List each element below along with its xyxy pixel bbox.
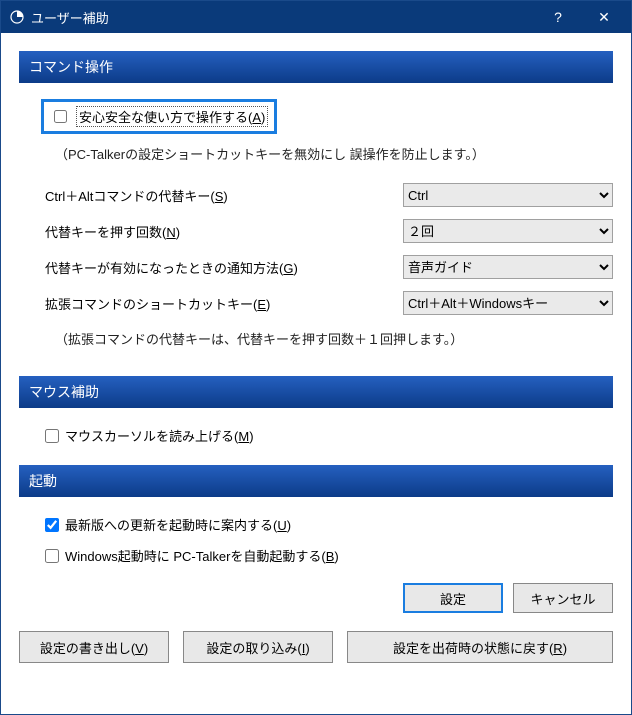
cancel-button[interactable]: キャンセル [513,583,613,613]
autostart-row: Windows起動時に PC-Talkerを自動起動する(B) [19,540,613,571]
safe-mode-label[interactable]: 安心安全な使い方で操作する(A) [76,106,268,127]
autostart-checkbox[interactable] [45,549,59,563]
titlebar-title: ユーザー補助 [31,8,535,27]
read-cursor-checkbox[interactable] [45,429,59,443]
export-button[interactable]: 設定の書き出し(V) [19,631,169,663]
close-button[interactable]: ✕ [581,1,627,33]
row-notify: 代替キーが有効になったときの通知方法(G) 音声ガイド [19,249,613,285]
footer-buttons: 設定の書き出し(V) 設定の取り込み(I) 設定を出荷時の状態に戻す(R) [19,621,613,663]
update-guide-label[interactable]: 最新版への更新を起動時に案内する(U) [65,515,291,534]
import-button[interactable]: 設定の取り込み(I) [183,631,333,663]
notify-label: 代替キーが有効になったときの通知方法(G) [45,258,403,277]
autostart-label[interactable]: Windows起動時に PC-Talkerを自動起動する(B) [65,546,339,565]
row-alt-key: Ctrl＋Altコマンドの代替キー(S) Ctrl [19,177,613,213]
section-command-header: コマンド操作 [19,51,613,83]
dialog-window: ユーザー補助 ? ✕ コマンド操作 安心安全な使い方で操作する(A) （PC-T… [0,0,632,715]
notify-select[interactable]: 音声ガイド [403,255,613,279]
help-button[interactable]: ? [535,1,581,33]
row-count: 代替キーを押す回数(N) ２回 [19,213,613,249]
app-icon [9,9,25,25]
safe-mode-group: 安心安全な使い方で操作する(A) [41,99,277,134]
titlebar: ユーザー補助 ? ✕ [1,1,631,33]
content-area: コマンド操作 安心安全な使い方で操作する(A) （PC-Talkerの設定ショー… [1,33,631,714]
alt-key-label: Ctrl＋Altコマンドの代替キー(S) [45,186,403,205]
ext-key-label: 拡張コマンドのショートカットキー(E) [45,294,403,313]
apply-button[interactable]: 設定 [403,583,503,613]
update-guide-checkbox[interactable] [45,518,59,532]
count-select[interactable]: ２回 [403,219,613,243]
update-guide-row: 最新版への更新を起動時に案内する(U) [19,509,613,540]
dialog-buttons: 設定 キャンセル [19,571,613,621]
row-ext-key: 拡張コマンドのショートカットキー(E) Ctrl＋Alt＋Windowsキー [19,285,613,321]
alt-key-select[interactable]: Ctrl [403,183,613,207]
read-cursor-label[interactable]: マウスカーソルを読み上げる(M) [65,426,254,445]
safe-mode-checkbox[interactable] [54,110,67,123]
reset-button[interactable]: 設定を出荷時の状態に戻す(R) [347,631,613,663]
read-cursor-row: マウスカーソルを読み上げる(M) [19,420,613,451]
safe-mode-help: （PC-Talkerの設定ショートカットキーを無効にし 誤操作を防止します。） [19,136,613,177]
count-label: 代替キーを押す回数(N) [45,222,403,241]
ext-key-help: （拡張コマンドの代替キーは、代替キーを押す回数＋１回押します。） [19,321,613,362]
section-mouse-header: マウス補助 [19,376,613,408]
ext-key-select[interactable]: Ctrl＋Alt＋Windowsキー [403,291,613,315]
section-startup-header: 起動 [19,465,613,497]
